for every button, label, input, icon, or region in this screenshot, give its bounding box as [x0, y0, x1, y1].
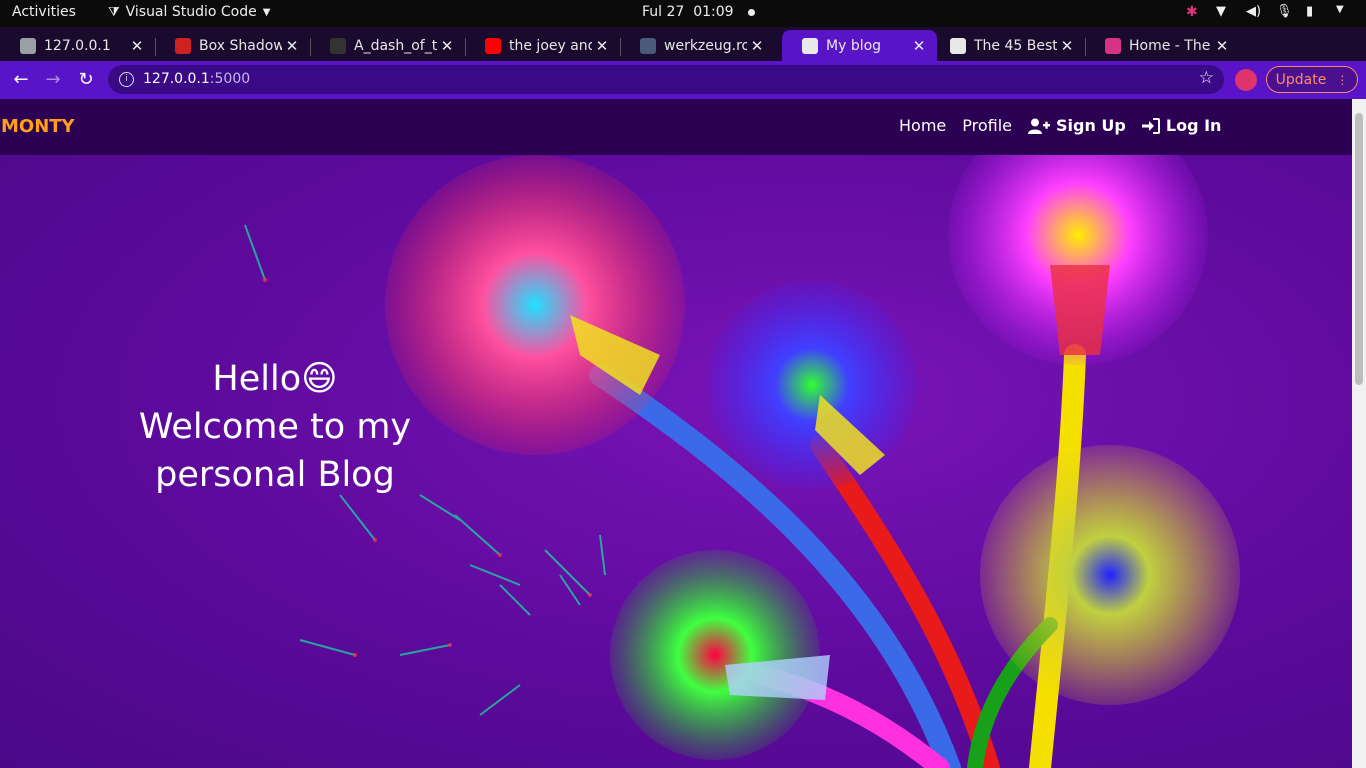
browser-tab[interactable]: werkzeug.ro ✕ — [620, 30, 775, 61]
time-label: 01:09 — [693, 4, 734, 20]
chevron-down-icon: ▼ — [1336, 4, 1344, 15]
scrollbar-thumb[interactable] — [1355, 113, 1363, 385]
nav-profile-label: Profile — [962, 116, 1012, 135]
tab-title: 127.0.0.1 — [44, 37, 111, 54]
site-info-icon[interactable]: i — [119, 72, 134, 87]
clock[interactable]: Ful 27 01:09 — [642, 4, 755, 20]
tab-separator — [310, 38, 311, 56]
tab-favicon-icon — [1105, 37, 1121, 54]
page-scrollbar[interactable] — [1352, 99, 1366, 768]
bookmark-star-icon[interactable]: ☆ — [1199, 68, 1214, 88]
tab-strip: 127.0.0.1 ✕ Box Shadow ✕ A_dash_of_t ✕ the joe… — [0, 27, 1366, 84]
activities-button[interactable]: Activities — [12, 4, 76, 20]
tab-separator — [620, 38, 621, 56]
user-plus-icon — [1028, 118, 1050, 134]
nav-home-label: Home — [899, 116, 947, 135]
profile-avatar[interactable] — [1235, 69, 1257, 91]
update-label: Update — [1275, 71, 1327, 88]
hero-section: Hello😄 Welcome to my personal Blog — [0, 155, 1352, 768]
hero-heading: Hello😄 Welcome to my personal Blog — [100, 355, 450, 499]
browser-tab[interactable]: The 45 Best T✕ — [930, 30, 1085, 61]
browser-toolbar: ← → ↻ i 127.0.0.1:5000 ☆ Update ⋮ — [0, 61, 1366, 99]
nav-login-label: Log In — [1165, 116, 1222, 135]
tab-title: Home - The W — [1129, 37, 1212, 54]
blog-navbar: MONTY Home Profile Sign Up Log In — [0, 99, 1352, 155]
tab-close-icon[interactable]: ✕ — [1057, 37, 1077, 55]
browser-tab[interactable]: A_dash_of_t ✕ — [310, 30, 465, 61]
tab-favicon-icon — [640, 37, 656, 54]
system-tray[interactable]: ✱ ▼ ◀) 🎙 ▮ ▼ — [1186, 4, 1352, 20]
system-top-bar: Activities ⧩ Visual Studio Code ▼ Ful 27… — [0, 0, 1366, 27]
nav-login-link[interactable]: Log In — [1141, 116, 1222, 135]
tab-favicon-icon — [175, 37, 191, 54]
volume-icon: ◀) — [1246, 4, 1262, 19]
hero-line-1: Hello😄 — [212, 359, 338, 399]
tab-favicon-icon — [950, 37, 966, 54]
wifi-icon: ▼ — [1216, 4, 1226, 19]
tab-title: Box Shadow — [199, 37, 282, 54]
tab-close-icon[interactable]: ✕ — [437, 37, 457, 55]
browser-tab[interactable]: the joey and ✕ — [465, 30, 620, 61]
app-name: Visual Studio Code — [125, 4, 257, 20]
kebab-menu-icon: ⋮ — [1336, 72, 1349, 87]
tab-close-icon[interactable]: ✕ — [1212, 37, 1232, 55]
tab-close-icon[interactable]: ✕ — [127, 37, 147, 55]
tab-close-icon[interactable]: ✕ — [282, 37, 302, 55]
url-host: 127.0.0.1 — [143, 71, 210, 87]
tab-favicon-icon — [485, 37, 501, 54]
forward-arrow-icon[interactable]: → — [41, 68, 65, 92]
notification-dot-icon — [747, 8, 755, 16]
address-bar[interactable]: i 127.0.0.1:5000 ☆ — [108, 65, 1224, 94]
tab-close-icon[interactable]: ✕ — [592, 37, 612, 55]
hero-line-2: Welcome to my — [138, 407, 412, 447]
brand-logo[interactable]: MONTY — [1, 116, 75, 137]
tab-separator — [155, 38, 156, 56]
tab-separator — [465, 38, 466, 56]
tab-close-icon[interactable]: ✕ — [909, 37, 929, 55]
browser-tab[interactable]: Home - The W✕ — [1085, 30, 1240, 61]
tab-favicon-icon — [330, 37, 346, 54]
reload-icon[interactable]: ↻ — [74, 68, 98, 92]
tab-favicon-icon — [20, 37, 36, 54]
battery-icon: ▮ — [1306, 4, 1314, 19]
update-button[interactable]: Update ⋮ — [1266, 66, 1358, 93]
vscode-icon: ⧩ — [108, 4, 120, 20]
nav-signup-label: Sign Up — [1056, 116, 1126, 135]
nav-profile-link[interactable]: Profile — [962, 116, 1012, 135]
nav-home-link[interactable]: Home — [899, 116, 946, 135]
sign-in-icon — [1141, 117, 1160, 134]
tab-title: werkzeug.ro — [664, 37, 747, 54]
tab-title: the joey and — [509, 37, 592, 54]
chevron-down-icon: ▼ — [262, 6, 271, 18]
page-viewport: MONTY Home Profile Sign Up Log In Hello😄… — [0, 99, 1352, 768]
browser-tab[interactable]: My blog ✕ — [782, 30, 937, 61]
nav-links: Home Profile Sign Up Log In — [899, 116, 1237, 135]
app-menu[interactable]: ⧩ Visual Studio Code ▼ — [108, 4, 270, 20]
date-label: Ful 27 — [642, 4, 685, 20]
nav-signup-link[interactable]: Sign Up — [1028, 116, 1126, 135]
slack-icon: ✱ — [1186, 4, 1198, 20]
tab-favicon-icon — [802, 37, 818, 54]
hero-line-3: personal Blog — [155, 455, 395, 495]
browser-tab[interactable]: Box Shadow ✕ — [155, 30, 310, 61]
browser-tab[interactable]: 127.0.0.1 ✕ — [0, 30, 155, 61]
tab-title: The 45 Best T — [974, 37, 1057, 54]
back-arrow-icon[interactable]: ← — [9, 68, 33, 92]
microphone-icon: 🎙 — [1276, 4, 1293, 19]
url-port: :5000 — [209, 71, 251, 87]
tab-close-icon[interactable]: ✕ — [747, 37, 767, 55]
tab-separator — [1085, 38, 1086, 56]
tab-title: My blog — [826, 37, 882, 54]
tab-title: A_dash_of_t — [354, 37, 437, 54]
